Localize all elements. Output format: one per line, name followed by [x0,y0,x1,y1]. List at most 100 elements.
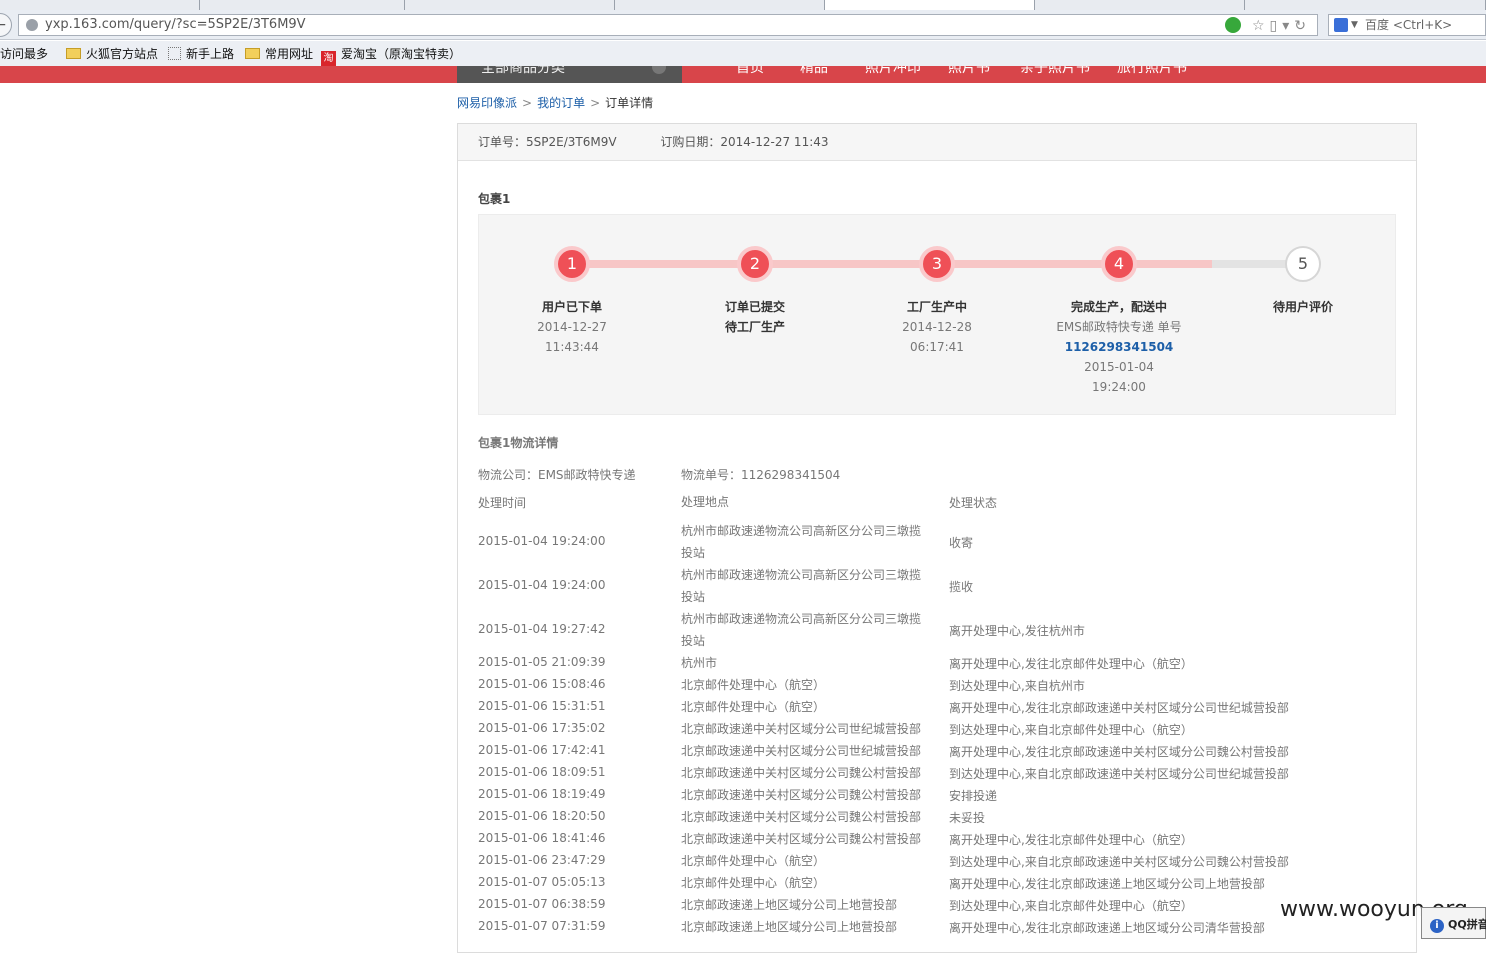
logistics-title: 包裹1物流详情 [478,436,559,450]
bookmark-firefox-site[interactable]: 火狐官方站点 [66,46,158,62]
breadcrumb-current: 订单详情 [605,96,654,110]
table-row: 2015-01-05 21:09:39 杭州市 离开处理中心,发往北京邮件处理中心（… [478,652,1398,674]
time-cell: 2015-01-06 15:31:51 [478,699,606,713]
time-cell: 2015-01-04 19:24:00 [478,578,606,592]
nav-featured[interactable]: 精品 [800,66,828,77]
back-button[interactable]: ← [0,13,12,37]
status-cell: 到达处理中心,来自杭州市 [949,679,1085,693]
browser-tab[interactable] [405,0,615,10]
breadcrumb-my-orders[interactable]: 我的订单 [537,96,585,110]
folder-icon [66,48,81,59]
breadcrumb: 网易印像派 > 我的订单 > 订单详情 [457,95,653,111]
search-placeholder: 百度 <Ctrl+K> [1365,18,1453,32]
location-cell: 北京邮件处理中心（航空） [681,700,826,714]
globe-icon [26,19,38,31]
breadcrumb-home[interactable]: 网易印像派 [457,96,517,110]
baidu-icon[interactable] [1334,18,1348,32]
time-cell: 2015-01-06 18:41:46 [478,831,606,845]
address-bar[interactable]: yxp.163.com/query/?sc=5SP2E/3T6M9V ☆▯▾↻ [18,14,1318,36]
status-cell: 到达处理中心,来自北京邮政速递中关村区域分公司世纪城营投部 [949,767,1289,781]
go-icon[interactable] [1225,17,1241,33]
popup-label: QQ拼音 [1448,918,1486,931]
column-header: 处理时间 [478,496,527,510]
table-row: 2015-01-04 19:24:00 杭州市邮政速递物流公司高新区分公司三墩揽投… [478,520,1398,564]
status-cell: 离开处理中心,发往北京邮件处理中心（航空） [949,657,1193,671]
location-cell: 杭州市邮政速递物流公司高新区分公司三墩揽投站 [681,524,922,560]
step-detail: 19:24:00 [1092,380,1146,394]
step-title: 待用户评价 [1272,300,1333,314]
bookmark-aitaobao[interactable]: 淘爱淘宝（原淘宝特卖） [321,46,462,66]
time-cell: 2015-01-06 17:35:02 [478,721,606,735]
location-cell: 北京邮政速递中关村区域分公司魏公村营投部 [681,788,922,802]
logistics-tracking: 物流单号：1126298341504 [681,468,841,482]
table-row: 2015-01-07 06:38:59 北京邮政速递上地区域分公司上地营投部 到达处… [478,894,1398,916]
column-header: 处理状态 [949,496,998,510]
status-cell: 收寄 [949,536,974,550]
nav-travel-book[interactable]: 旅行照片书 [1117,66,1187,77]
browser-tab[interactable] [200,0,405,10]
step-detail: 11:43:44 [545,340,599,354]
category-toggle-icon [652,66,666,74]
time-cell: 2015-01-06 23:47:29 [478,853,606,867]
logistics-company: 物流公司：EMS邮政特快专递 [478,468,636,482]
time-cell: 2015-01-07 06:38:59 [478,897,606,911]
status-cell: 到达处理中心,来自北京邮件处理中心（航空） [949,723,1193,737]
location-cell: 北京邮件处理中心（航空） [681,678,826,692]
bookmark-getting-started[interactable]: 新手上路 [168,46,234,62]
location-cell: 杭州市 [681,656,718,670]
time-cell: 2015-01-04 19:27:42 [478,622,606,636]
status-cell: 离开处理中心,发往北京邮政速递中关村区域分公司魏公村营投部 [949,745,1289,759]
table-row: 2015-01-07 05:05:13 北京邮件处理中心（航空） 离开处理中心,发往… [478,872,1398,894]
nav-photo-book[interactable]: 照片书 [948,66,990,77]
table-row: 2015-01-06 18:19:49 北京邮政速递中关村区域分公司魏公村营投部 安… [478,784,1398,806]
table-row: 2015-01-04 19:27:42 杭州市邮政速递物流公司高新区分公司三墩揽投… [478,608,1398,652]
status-cell: 离开处理中心,发往北京邮件处理中心（航空） [949,833,1193,847]
dropdown-arrow-icon[interactable]: ▼ [1351,15,1358,35]
browser-tab[interactable] [1035,0,1245,10]
bookmark-common-sites[interactable]: 常用网址 [245,46,313,62]
location-cell: 北京邮政速递中关村区域分公司魏公村营投部 [681,832,922,846]
browser-tab[interactable] [0,0,200,10]
time-cell: 2015-01-06 17:42:41 [478,743,606,757]
search-box[interactable]: ▼ 百度 <Ctrl+K> [1328,14,1486,36]
table-row: 2015-01-06 15:31:51 北京邮件处理中心（航空） 离开处理中心,发往… [478,696,1398,718]
table-row: 2015-01-07 07:31:59 北京邮政速递上地区域分公司上地营投部 离开处… [478,916,1398,938]
status-cell: 离开处理中心,发往北京邮政速递上地区域分公司上地营投部 [949,877,1265,891]
browser-tab[interactable] [1245,0,1486,10]
browser-tab-active[interactable] [825,0,1035,10]
bookmark-label: 访问最多 [0,47,49,61]
location-cell: 北京邮政速递中关村区域分公司世纪城营投部 [681,744,922,758]
address-tools-icons[interactable]: ☆▯▾↻ [1252,16,1311,36]
order-detail-panel: 订单号：5SP2E/3T6M9V 订购日期：2014-12-27 11:43 包… [457,123,1417,953]
table-row: 2015-01-06 23:47:29 北京邮件处理中心（航空） 到达处理中心,来自… [478,850,1398,872]
nav-home[interactable]: 首页 [736,66,764,77]
location-cell: 北京邮政速递中关村区域分公司世纪城营投部 [681,722,922,736]
step-number-badge: 5 [1285,246,1321,282]
nav-family-book[interactable]: 亲子照片书 [1020,66,1090,77]
chevron-right-icon: > [522,96,533,110]
table-row: 2015-01-06 18:20:50 北京邮政速递中关村区域分公司魏公村营投部 未… [478,806,1398,828]
location-cell: 北京邮政速递中关村区域分公司魏公村营投部 [681,810,922,824]
qq-pinyin-popup[interactable]: i QQ拼音 [1421,907,1486,939]
nav-photo-print[interactable]: 照片冲印 [865,66,921,77]
location-cell: 北京邮政速递中关村区域分公司魏公村营投部 [681,766,922,780]
status-cell: 未妥投 [949,811,986,825]
table-row: 2015-01-06 17:42:41 北京邮政速递中关村区域分公司世纪城营投部 离… [478,740,1398,762]
bookmark-most-visited[interactable]: 访问最多 [0,46,48,62]
tracking-number-link[interactable]: 1126298341504 [1039,337,1199,357]
table-row: 2015-01-06 17:35:02 北京邮政速递中关村区域分公司世纪城营投部 到… [478,718,1398,740]
url-text: yxp.163.com/query/?sc=5SP2E/3T6M9V [45,17,306,32]
bookmark-label: 爱淘宝（原淘宝特卖） [341,47,462,61]
category-menu[interactable]: 全部商品分类 [457,66,682,83]
location-cell: 杭州市邮政速递物流公司高新区分公司三墩揽投站 [681,568,922,604]
step-number-badge: 3 [919,246,955,282]
step-title: 完成生产，配送中 [1070,300,1167,314]
step-title: 用户已下单 [541,300,602,314]
browser-tab[interactable] [615,0,825,10]
browser-tab-strip [0,0,1486,10]
category-label: 全部商品分类 [481,66,565,76]
location-cell: 北京邮政速递上地区域分公司上地营投部 [681,898,898,912]
step-detail: 2015-01-04 [1084,360,1154,374]
step-title: 订单已提交 [724,300,785,314]
location-cell: 杭州市邮政速递物流公司高新区分公司三墩揽投站 [681,612,922,648]
